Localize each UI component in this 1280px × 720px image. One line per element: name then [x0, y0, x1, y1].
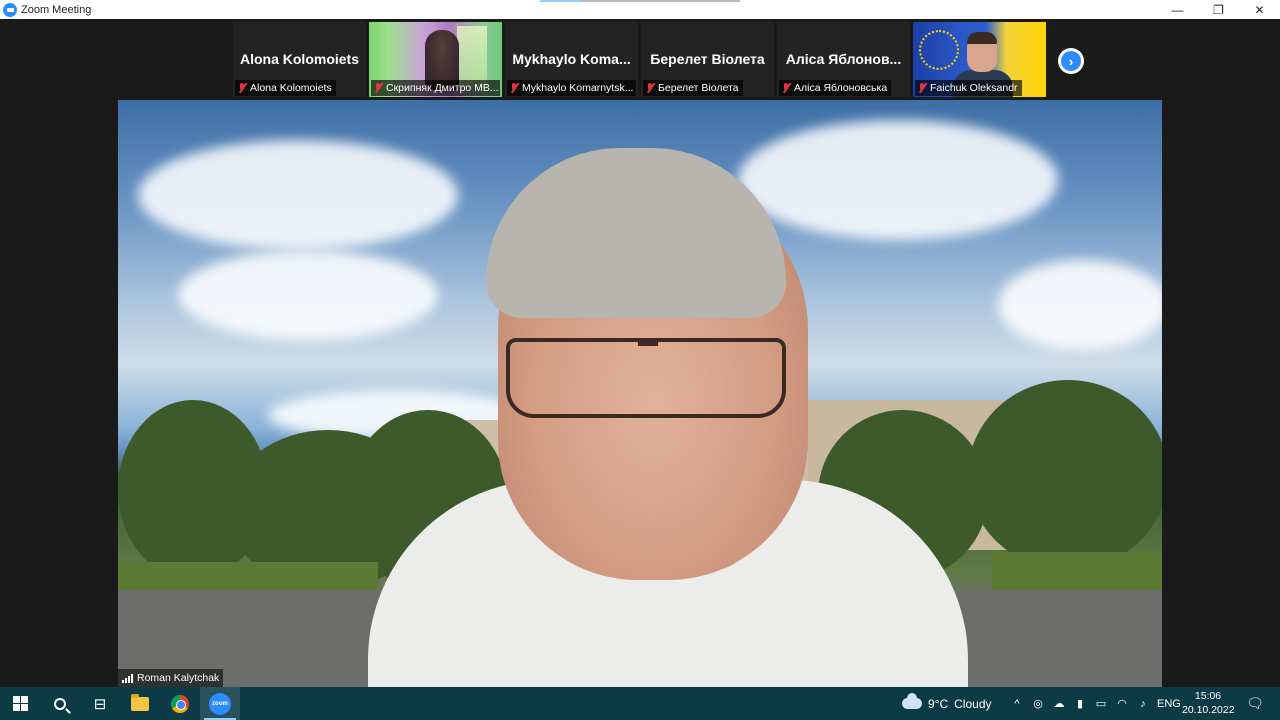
background-tree: [968, 380, 1162, 570]
participant-label: Mykhaylo Komarnytsk...: [507, 80, 636, 96]
mic-muted-icon: [373, 82, 383, 94]
sky-cloud: [998, 260, 1162, 350]
signal-strength-icon: [122, 673, 133, 683]
participant-tile[interactable]: Берелет Віолета Берелет Віолета: [641, 22, 774, 97]
participant-label: Faichuk Oleksandr: [915, 80, 1022, 96]
window-title: Zoom Meeting: [21, 3, 92, 16]
windows-logo-icon: [12, 696, 28, 711]
participant-tile[interactable]: Alona Kolomoiets Alona Kolomoiets: [233, 22, 366, 97]
task-view-button[interactable]: ⊟: [80, 687, 120, 720]
participant-label: Alona Kolomoiets: [235, 80, 336, 96]
sky-cloud: [178, 250, 438, 340]
eu-stars-background: [919, 30, 959, 70]
title-bar: Zoom Meeting — ❐ ✕: [0, 0, 1280, 19]
active-speaker-name: Roman Kalytchak: [137, 672, 220, 684]
weather-temperature: 9°C: [928, 696, 949, 711]
participant-name: Скрипняк Дмитро МВ...: [386, 82, 499, 94]
windows-taskbar: ⊟ zoom 9°C Cloudy ^ ◎ ☁ ▮ ▭ ◠ ♪ ENG 15:0…: [0, 687, 1280, 720]
sky-cloud: [738, 120, 1058, 240]
close-button[interactable]: ✕: [1239, 0, 1280, 19]
chrome-button[interactable]: [160, 687, 200, 720]
system-tray: ^ ◎ ☁ ▮ ▭ ◠ ♪ ENG: [1010, 687, 1181, 720]
file-explorer-button[interactable]: [120, 687, 160, 720]
window-controls: — ❐ ✕: [1157, 0, 1280, 19]
participant-tile[interactable]: Mykhaylo Koma... Mykhaylo Komarnytsk...: [505, 22, 638, 97]
participant-label: Аліса Яблоновська: [779, 80, 892, 96]
participant-label: Берелет Віолета: [643, 80, 743, 96]
zoom-logo-icon: [3, 2, 17, 17]
active-speaker-label: Roman Kalytchak: [118, 669, 224, 687]
video-background: [457, 26, 487, 88]
zoom-taskbar-button[interactable]: zoom: [200, 687, 240, 720]
next-page-button[interactable]: ›: [1058, 48, 1084, 74]
participant-label: Скрипняк Дмитро МВ...: [371, 80, 500, 96]
battery-icon[interactable]: ▭: [1094, 697, 1108, 711]
share-indicator: [540, 0, 740, 2]
search-button[interactable]: [40, 687, 80, 720]
maximize-button[interactable]: ❐: [1198, 0, 1239, 19]
sky-cloud: [138, 140, 458, 250]
folder-icon: [131, 693, 149, 711]
search-icon: [54, 697, 66, 710]
show-hidden-icons-button[interactable]: ^: [1010, 697, 1024, 711]
speaker-glasses: [506, 338, 786, 418]
onedrive-cloud-icon[interactable]: ☁: [1052, 697, 1066, 711]
mic-muted-icon: [509, 82, 519, 94]
notification-center-button[interactable]: 🗨: [1240, 687, 1270, 720]
active-speaker-video[interactable]: [118, 100, 1162, 687]
participant-hair: [967, 32, 997, 44]
cloudy-weather-icon: [902, 693, 922, 709]
participant-name: Аліса Яблоновська: [794, 82, 888, 94]
participant-display-name: Берелет Віолета: [650, 51, 765, 67]
start-button[interactable]: [0, 687, 40, 720]
participant-display-name: Mykhaylo Koma...: [512, 51, 631, 67]
participant-tile[interactable]: Аліса Яблонов... Аліса Яблоновська: [777, 22, 910, 97]
task-view-icon: ⊟: [93, 695, 107, 713]
mic-muted-icon: [781, 82, 791, 94]
mic-muted-icon: [917, 82, 927, 94]
participant-display-name: Аліса Яблонов...: [785, 51, 902, 67]
mic-muted-icon: [645, 82, 655, 94]
taskbar-clock[interactable]: 15:06 20.10.2022: [1182, 689, 1235, 717]
participant-name: Faichuk Oleksandr: [930, 82, 1018, 94]
meet-now-icon[interactable]: ◎: [1031, 697, 1045, 711]
weather-condition: Cloudy: [954, 696, 992, 711]
participant-tile[interactable]: Faichuk Oleksandr: [913, 22, 1046, 97]
participant-name: Alona Kolomoiets: [250, 82, 332, 94]
weather-widget[interactable]: 9°C Cloudy: [902, 687, 992, 720]
mic-muted-icon: [237, 82, 247, 94]
input-language[interactable]: ENG: [1157, 698, 1181, 710]
clock-date: 20.10.2022: [1182, 704, 1235, 716]
participant-gallery: Alona Kolomoiets Alona Kolomoiets Скрипн…: [0, 19, 1280, 100]
clock-time: 15:06: [1194, 690, 1222, 702]
zoom-app-icon: zoom: [209, 692, 231, 715]
usb-device-icon[interactable]: ▮: [1073, 697, 1087, 711]
participant-display-name: Alona Kolomoiets: [239, 51, 359, 67]
minimize-button[interactable]: —: [1157, 0, 1198, 19]
participant-name: Mykhaylo Komarnytsk...: [522, 82, 634, 94]
participant-tile[interactable]: Скрипняк Дмитро МВ...: [369, 22, 502, 97]
volume-icon[interactable]: ♪: [1136, 697, 1150, 711]
notification-icon: 🗨: [1246, 695, 1264, 711]
chevron-right-icon: ›: [1061, 51, 1081, 71]
wifi-icon[interactable]: ◠: [1115, 697, 1129, 711]
chrome-icon: [171, 694, 189, 713]
participant-name: Берелет Віолета: [658, 82, 739, 94]
